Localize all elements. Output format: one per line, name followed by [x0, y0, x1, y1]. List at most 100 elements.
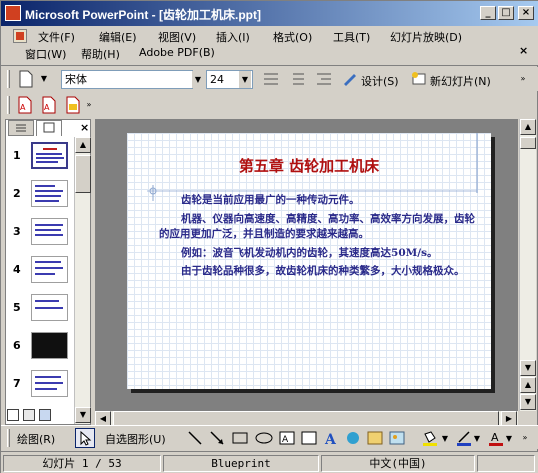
decrease-indent-icon[interactable] [315, 71, 333, 90]
slide-thumbnail-5[interactable] [31, 294, 68, 321]
slide-sorter-view-icon[interactable] [23, 409, 35, 421]
normal-view-icon[interactable] [7, 409, 19, 421]
draw-menu-button[interactable]: 绘图(R) [17, 431, 55, 447]
tab-slides[interactable] [36, 120, 62, 136]
new-slide-icon[interactable] [411, 71, 427, 90]
menu-edit[interactable]: 编辑(E) [99, 29, 137, 45]
oval-tool-icon[interactable] [255, 430, 273, 449]
font-color-dropdown-icon[interactable]: ▼ [503, 430, 515, 446]
language-status: 中文(中国) [321, 455, 475, 472]
line-tool-icon[interactable] [187, 430, 203, 449]
pdf-toolbar-grip[interactable] [7, 96, 10, 114]
menu-tools[interactable]: 工具(T) [333, 29, 370, 45]
menu-window[interactable]: 窗口(W) [25, 46, 66, 62]
scroll-thumb[interactable] [75, 155, 91, 193]
vertical-textbox-icon[interactable] [301, 430, 317, 449]
close-pane-button[interactable]: × [80, 121, 89, 134]
title-bar[interactable]: Microsoft PowerPoint - [齿轮加工机床.ppt] _ □ … [1, 1, 538, 26]
menu-view[interactable]: 视图(V) [158, 29, 196, 45]
scroll-up-icon[interactable]: ▲ [75, 137, 91, 153]
slide-thumbnail-2[interactable] [31, 180, 68, 207]
slide-number: 7 [13, 377, 21, 390]
thumbnail-scrollbar[interactable]: ▲ ▼ [74, 137, 91, 424]
powerpoint-app-icon[interactable] [5, 5, 21, 21]
new-slide-button[interactable]: 新幻灯片(N) [430, 73, 491, 89]
scroll-down-icon[interactable]: ▼ [520, 360, 536, 376]
rectangle-tool-icon[interactable] [231, 430, 249, 449]
menu-adobe-pdf[interactable]: Adobe PDF(B) [139, 46, 215, 59]
font-dropdown-arrow-icon[interactable]: ▼ [192, 71, 204, 88]
slide-thumbnail-4[interactable] [31, 256, 68, 283]
slide-thumbnails: 1 2 3 4 5 6 7 [6, 137, 74, 424]
menu-format[interactable]: 格式(O) [273, 29, 312, 45]
slide-title[interactable]: 第五章 齿轮加工机床 [127, 155, 491, 176]
pdf-review-icon[interactable] [65, 96, 81, 117]
template-name-status: Blueprint [163, 455, 319, 472]
size-dropdown-arrow-icon[interactable]: ▼ [239, 71, 251, 88]
font-name-box[interactable]: 宋体 [61, 70, 193, 89]
slide-body-text[interactable]: 齿轮是当前应用最广的一种传动元件。 机器、仪器向高速度、高精度、高功率、高效率方… [159, 193, 479, 283]
svg-text:A: A [324, 432, 337, 447]
menu-bar: 文件(F) 编辑(E) 视图(V) 插入(I) 格式(O) 工具(T) 幻灯片放… [1, 26, 538, 66]
insert-picture-icon[interactable] [389, 430, 405, 449]
slide-number: 3 [13, 225, 21, 238]
slide-thumbnail-7[interactable] [31, 370, 68, 397]
formatting-toolbar: ▼ 宋体 ▼ 24 ▼ 设计(S) 新幻灯片(N) » [1, 67, 538, 91]
svg-text:A: A [491, 431, 499, 444]
minimize-button[interactable]: _ [480, 6, 496, 20]
next-slide-icon[interactable]: ▼ [520, 394, 536, 410]
arrow-tool-icon[interactable] [209, 430, 225, 449]
line-color-dropdown-icon[interactable]: ▼ [471, 430, 483, 446]
document-icon[interactable] [13, 29, 27, 43]
scroll-up-icon[interactable]: ▲ [520, 119, 536, 135]
current-slide[interactable]: 第五章 齿轮加工机床 齿轮是当前应用最广的一种传动元件。 机器、仪器向高速度、高… [127, 133, 491, 389]
drawing-toolbar-options-icon[interactable]: » [519, 429, 531, 447]
autoshapes-button[interactable]: 自选图形(U) [105, 431, 166, 447]
design-icon[interactable] [342, 71, 358, 90]
slideshow-view-icon[interactable] [39, 409, 51, 421]
numbered-list-icon[interactable] [262, 71, 280, 90]
bullet-list-icon[interactable] [288, 71, 306, 90]
menu-slideshow[interactable]: 幻灯片放映(D) [390, 29, 462, 45]
menu-insert[interactable]: 插入(I) [216, 29, 250, 45]
font-name-value: 宋体 [65, 73, 87, 86]
slide-thumbnail-3[interactable] [31, 218, 68, 245]
powerpoint-window: Microsoft PowerPoint - [齿轮加工机床.ppt] _ □ … [0, 0, 538, 473]
menu-help[interactable]: 帮助(H) [81, 46, 120, 62]
fill-color-dropdown-icon[interactable]: ▼ [439, 430, 451, 446]
maximize-button[interactable]: □ [498, 6, 514, 20]
svg-text:A: A [44, 103, 50, 112]
select-objects-icon[interactable] [75, 428, 95, 448]
toolbar-options-icon[interactable]: » [517, 70, 529, 89]
close-document-button[interactable]: × [519, 44, 528, 57]
tab-outline[interactable] [8, 120, 34, 136]
slide-thumbnail-1[interactable] [31, 142, 68, 169]
scroll-thumb[interactable] [520, 137, 536, 149]
convert-to-pdf-icon[interactable]: A [17, 96, 33, 117]
diagram-icon[interactable] [345, 430, 361, 449]
toolbar-grip[interactable] [7, 70, 10, 88]
textbox-tool-icon[interactable]: A [279, 430, 295, 449]
slide-position-status: 幻灯片 1 / 53 [3, 455, 161, 472]
chevron-down-icon[interactable]: ▼ [38, 70, 50, 87]
clip-art-icon[interactable] [367, 430, 383, 449]
previous-slide-icon[interactable]: ▲ [520, 377, 536, 393]
slides-icon [43, 122, 55, 133]
pdf-toolbar-options-icon[interactable]: » [83, 96, 95, 115]
slide-vertical-scrollbar[interactable]: ▲ ▼ ▲ ▼ [519, 119, 536, 411]
paragraph: 例如：波音飞机发动机内的齿轮，其速度高达50M/s。 [181, 246, 438, 259]
wordart-icon[interactable]: A [323, 429, 339, 450]
paragraph: 齿轮是当前应用最广的一种传动元件。 [181, 194, 360, 206]
drawing-toolbar-grip[interactable] [7, 429, 10, 447]
menu-file[interactable]: 文件(F) [38, 29, 75, 45]
svg-text:A: A [20, 103, 26, 112]
pdf-email-icon[interactable]: A [41, 96, 57, 117]
close-button[interactable]: × [518, 6, 534, 20]
design-button[interactable]: 设计(S) [361, 73, 399, 89]
slide-thumbnail-6[interactable] [31, 332, 68, 359]
fill-color-icon[interactable] [421, 430, 439, 449]
new-document-icon[interactable] [18, 70, 34, 91]
slide-number: 2 [13, 187, 21, 200]
paragraph: 机器、仪器向高速度、高精度、高功率、高效率方向发展，齿轮的应用更加广泛，并且制造… [159, 212, 476, 241]
slide-number: 5 [13, 301, 21, 314]
